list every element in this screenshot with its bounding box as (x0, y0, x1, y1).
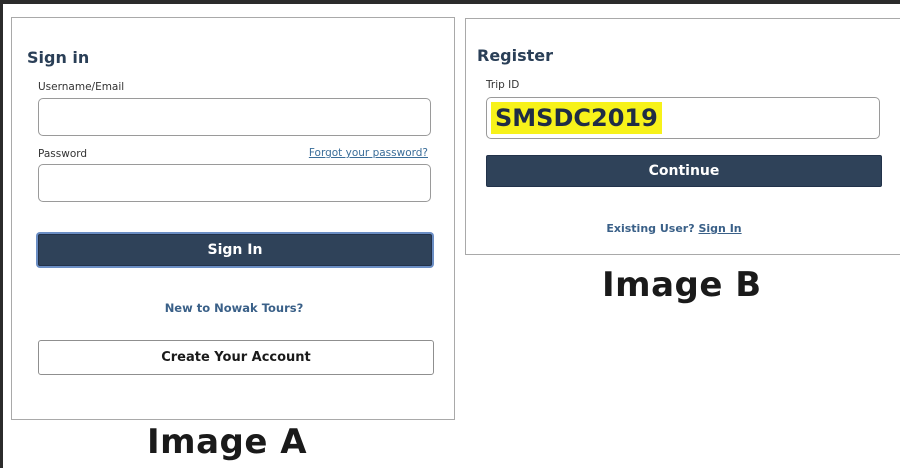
outer-frame-left (0, 0, 3, 468)
continue-button[interactable]: Continue (486, 155, 882, 187)
username-input[interactable] (38, 98, 431, 136)
trip-id-value: SMSDC2019 (491, 102, 662, 134)
new-to-nowak-tours-link[interactable]: New to Nowak Tours? (12, 301, 456, 315)
trip-id-label: Trip ID (486, 79, 520, 91)
sign-in-title: Sign in (27, 48, 90, 67)
password-input[interactable] (38, 164, 431, 202)
existing-user-sign-in-link[interactable]: Sign In (698, 222, 741, 235)
create-account-button[interactable]: Create Your Account (38, 340, 434, 375)
forgot-password-link[interactable]: Forgot your password? (309, 147, 428, 159)
image-b-caption: Image B (602, 265, 762, 305)
register-title: Register (477, 46, 554, 65)
screenshot-canvas: Sign in Username/Email Password Forgot y… (0, 0, 900, 468)
register-panel: Register Trip ID SMSDC2019 Continue Exis… (465, 18, 900, 255)
username-label: Username/Email (38, 81, 125, 93)
existing-user-line: Existing User? Sign In (466, 222, 882, 235)
image-a-caption: Image A (147, 422, 308, 462)
sign-in-button[interactable]: Sign In (38, 234, 432, 266)
existing-user-text: Existing User? (606, 222, 695, 235)
password-label: Password (38, 148, 88, 160)
trip-id-input[interactable]: SMSDC2019 (486, 97, 880, 139)
outer-frame-top (0, 0, 900, 4)
sign-in-panel: Sign in Username/Email Password Forgot y… (11, 17, 455, 420)
